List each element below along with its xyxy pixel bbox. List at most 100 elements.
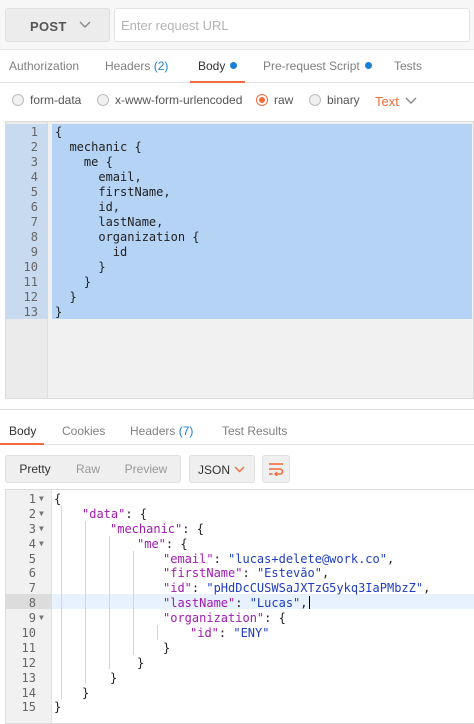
code-text: email, [55, 170, 142, 184]
radio-button[interactable] [256, 94, 268, 106]
fold-arrow-icon[interactable]: ▼ [39, 522, 44, 537]
code-text: } [110, 670, 118, 685]
radio-button[interactable] [12, 94, 24, 106]
active-tab-underline [190, 81, 245, 83]
code-text: { [54, 492, 62, 506]
line-number: 12 [23, 290, 38, 304]
code-text: "firstName": "Estevão", [163, 566, 329, 581]
code-line: 6 id, [6, 200, 473, 215]
json-punct: , [300, 596, 308, 611]
fold-arrow-icon[interactable]: ▼ [39, 537, 44, 552]
line-number: 8 [28, 596, 36, 611]
wrap-lines-button[interactable] [262, 455, 290, 483]
method-label: POST [30, 19, 67, 34]
fold-arrow-icon[interactable]: ▼ [39, 492, 44, 507]
line-number: 1 [30, 125, 38, 139]
code-line: 8 "lastName": "Lucas", [6, 596, 474, 611]
radio-raw[interactable]: raw [256, 93, 293, 107]
json-punct: : [191, 581, 207, 596]
preview-button[interactable]: Preview [112, 456, 180, 482]
pretty-button[interactable]: Pretty [6, 456, 64, 482]
tab-cookies[interactable]: Cookies [62, 424, 105, 438]
json-punct: : { [125, 506, 148, 521]
code-line: 7 "id": "pHdDcCUSWSaJXTzG5ykq3IaPMbzZ", [6, 581, 474, 596]
tab-label: Tests [394, 59, 423, 73]
code-line: 2 mechanic { [6, 140, 473, 155]
json-punct: , [321, 566, 330, 581]
code-text: "id": "pHdDcCUSWSaJXTzG5ykq3IaPMbzZ", [163, 581, 430, 596]
line-number: 12 [21, 655, 36, 670]
radio-binary[interactable]: binary [309, 93, 360, 107]
line-number: 6 [30, 200, 38, 214]
line-number: 15 [21, 700, 36, 715]
json-key: "id" [190, 626, 219, 641]
line-number: 4 [30, 170, 38, 184]
active-tab-underline [0, 443, 44, 445]
code-line: 5 firstName, [6, 185, 473, 200]
json-key: "id" [163, 581, 192, 596]
tab-pre-request-script[interactable]: Pre-request Script [263, 59, 372, 73]
line-number: 5 [30, 185, 38, 199]
tab-test-results[interactable]: Test Results [222, 424, 287, 438]
response-body-viewer[interactable]: 1 ▼{ 2 ▼ "data": { 3 ▼ "mechanic": { 4 ▼ "me": … [5, 489, 474, 724]
radio-button[interactable] [309, 94, 321, 106]
wrap-lines-icon [269, 463, 284, 476]
tab-authorization[interactable]: Authorization [9, 59, 79, 73]
code-line: 12 } [6, 290, 473, 305]
json-string: "ENY" [233, 626, 270, 641]
tab-label: Test Results [222, 424, 288, 438]
method-select[interactable]: POST [5, 8, 110, 42]
json-punct: : [218, 626, 234, 641]
json-punct: : [235, 596, 250, 611]
text-cursor [308, 596, 310, 610]
chevron-down-icon[interactable] [405, 96, 417, 106]
tab-response-headers[interactable]: Headers (7) [130, 424, 193, 438]
line-number: 14 [21, 685, 36, 700]
raw-button[interactable]: Raw [64, 456, 112, 482]
json-punct: : { [182, 521, 204, 536]
raw-type-select[interactable]: Text [375, 94, 399, 109]
code-text: "email": "lucas+delete@work.co", [163, 552, 394, 567]
code-line: 9 ▼ "organization": { [6, 611, 474, 626]
json-key: "mechanic" [110, 521, 183, 536]
code-text: id [55, 245, 128, 259]
json-key: "me" [137, 536, 166, 551]
radio-label: x-www-form-urlencoded [115, 93, 243, 107]
line-number: 2 [30, 140, 38, 154]
line-number: 10 [21, 626, 36, 641]
body-mode-options: form-data x-www-form-urlencoded raw bina… [0, 84, 474, 118]
radio-label: binary [327, 93, 360, 107]
request-bar: POST [0, 0, 474, 50]
code-text: lastName, [55, 215, 164, 229]
code-line: 13} [6, 305, 473, 320]
radio-form-data[interactable]: form-data [12, 93, 81, 107]
line-number: 13 [23, 305, 38, 319]
line-number: 1 [28, 492, 36, 506]
json-punct: : [242, 566, 257, 581]
tab-tests[interactable]: Tests [394, 59, 422, 73]
code-line: 3 ▼ "mechanic": { [6, 522, 474, 537]
fold-arrow-icon[interactable]: ▼ [39, 507, 44, 522]
code-line: 7 lastName, [6, 215, 473, 230]
format-select[interactable]: JSON [189, 455, 255, 483]
request-body-editor[interactable]: 1{2 mechanic {3 me {4 email, 5 firstName,… [5, 121, 474, 399]
fold-arrow-icon[interactable]: ▼ [39, 611, 44, 626]
json-punct: : { [165, 536, 188, 551]
code-text: "data": { [82, 507, 147, 522]
code-line: 10 } [6, 260, 473, 275]
code-line: 12} [6, 656, 474, 671]
request-tabs: Authorization Headers (2) Body Pre-reque… [0, 50, 474, 83]
json-key: "email" [163, 551, 214, 566]
radio-button[interactable] [97, 94, 109, 106]
radio-label: raw [274, 93, 294, 107]
code-text: } [55, 290, 77, 304]
radio-x-www-form-urlencoded[interactable]: x-www-form-urlencoded [97, 93, 242, 107]
tab-response-body[interactable]: Body [9, 424, 36, 438]
line-number: 11 [21, 640, 36, 655]
url-input[interactable] [114, 8, 470, 42]
line-number: 10 [23, 260, 38, 274]
line-number: 9 [30, 245, 38, 259]
tab-headers[interactable]: Headers (2) [105, 59, 168, 73]
code-line: 4 email, [6, 170, 473, 185]
tab-body[interactable]: Body [198, 59, 238, 73]
